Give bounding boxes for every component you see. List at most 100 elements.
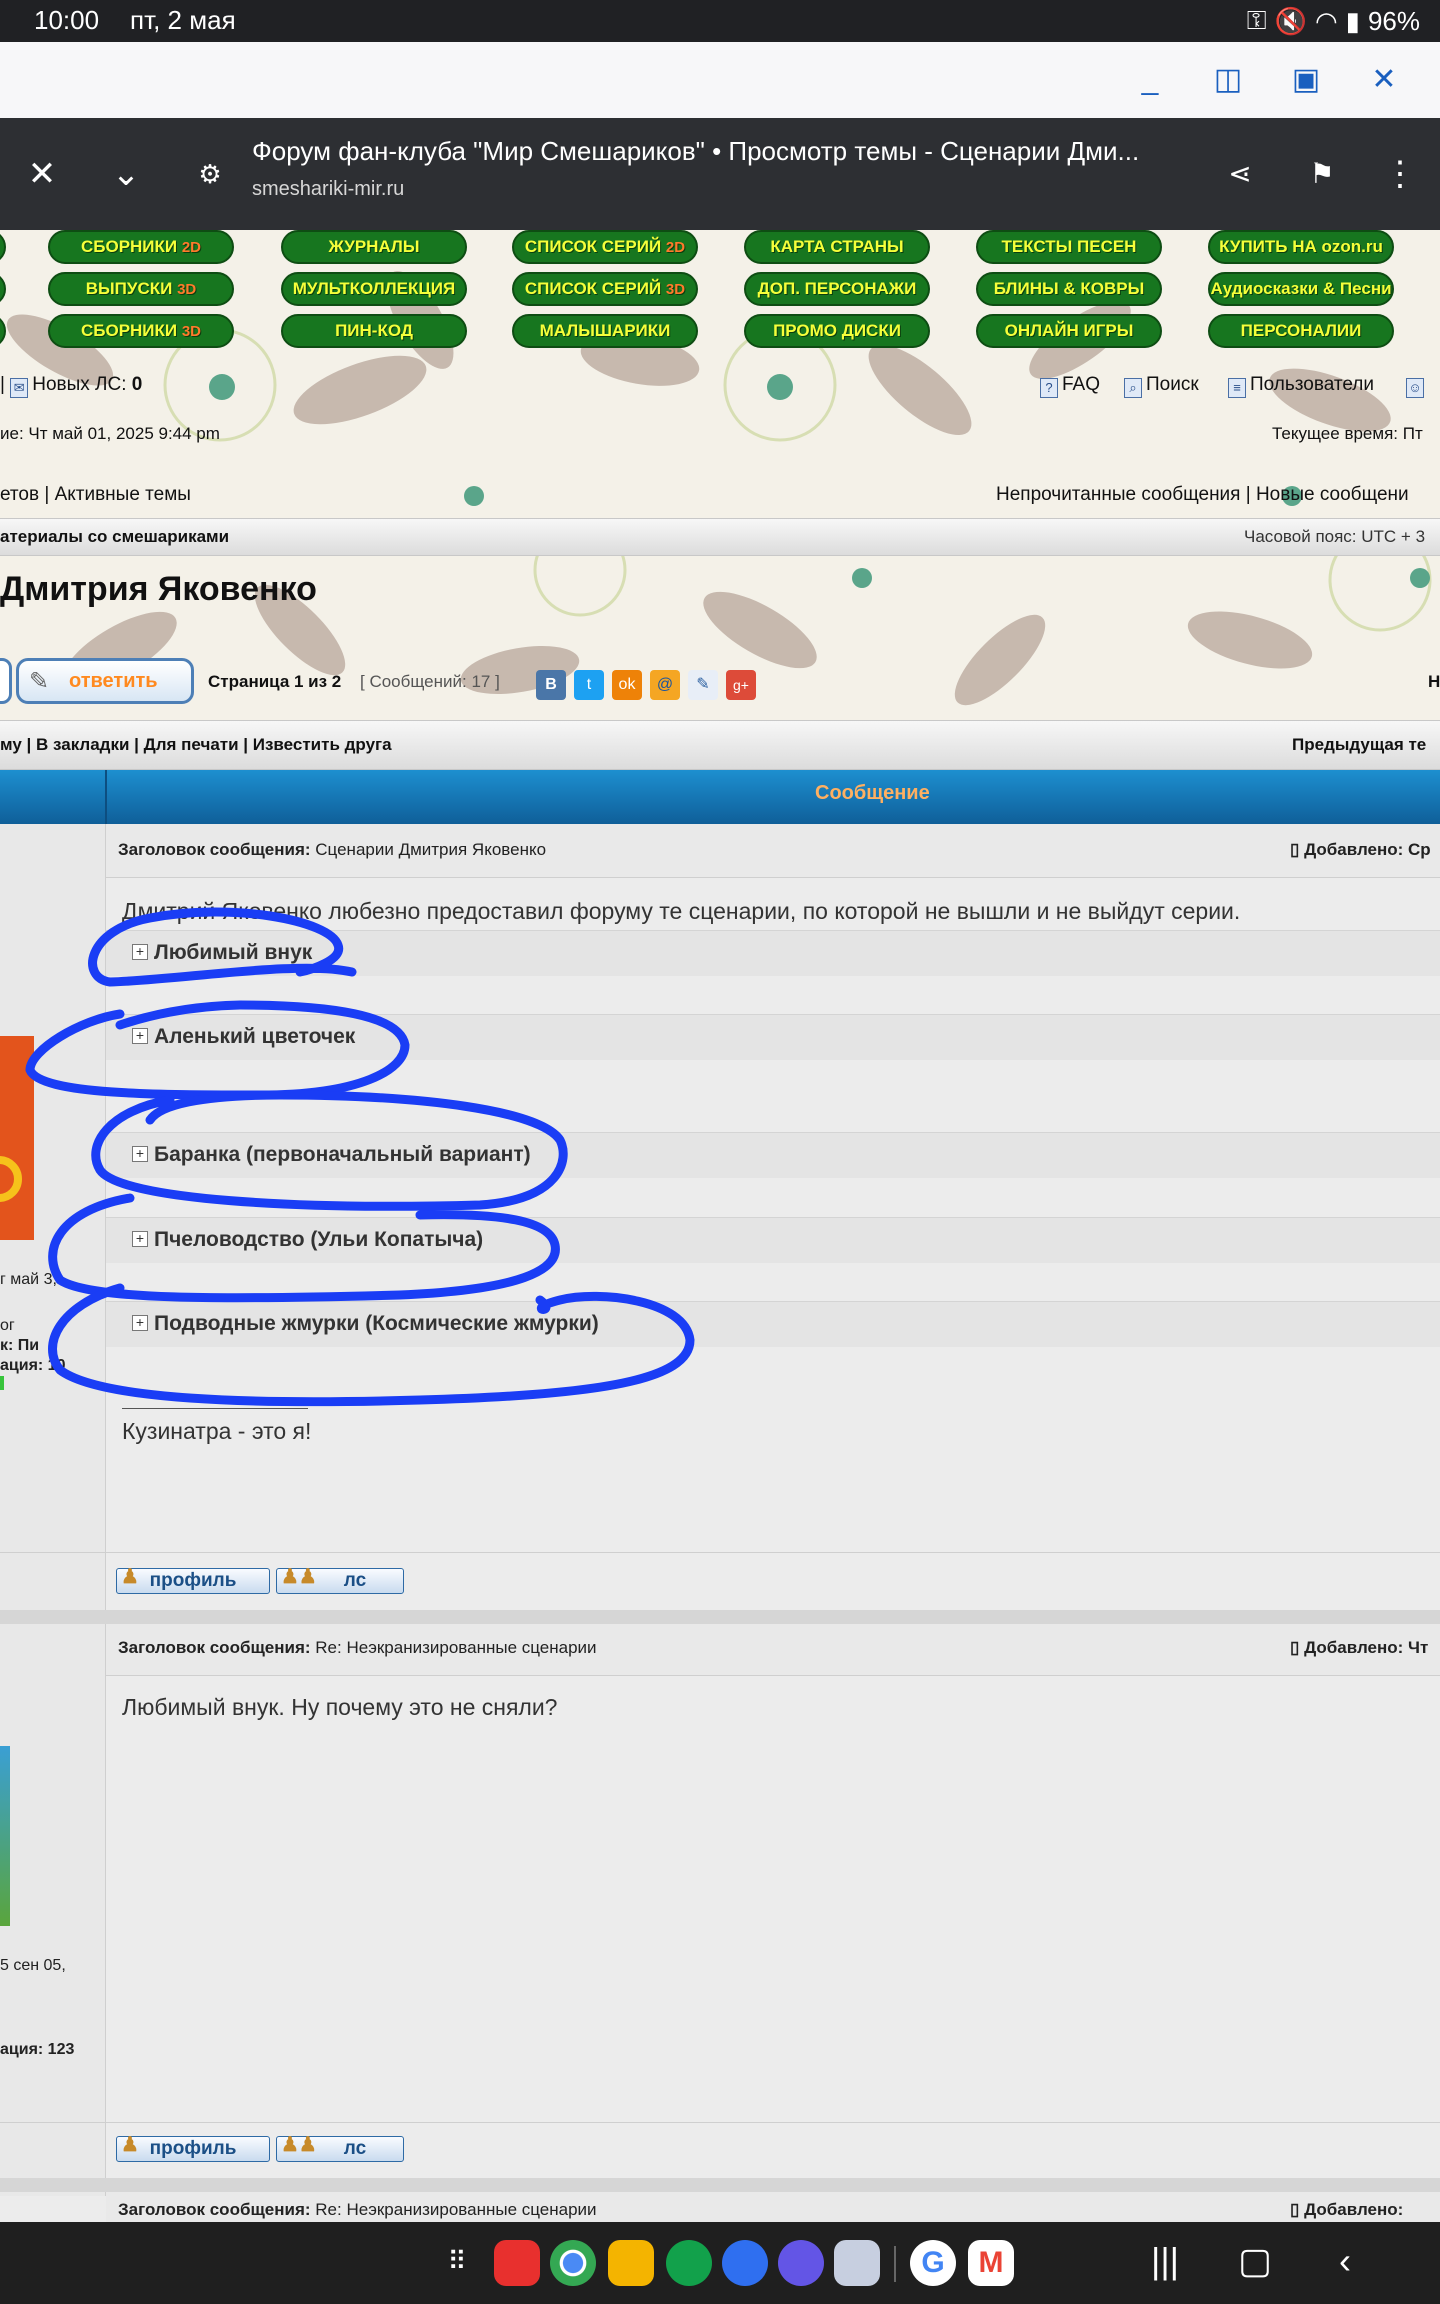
spoiler-5[interactable]: + Подводные жмурки (Космические жмурки) (106, 1301, 1440, 1347)
messages-icon[interactable] (722, 2240, 768, 2286)
subject-text[interactable]: Re: Неэкранизированные сценарии (315, 1638, 596, 1657)
unread-links[interactable]: Непрочитанные сообщения | Новые сообщени (996, 484, 1409, 506)
twitter-icon[interactable]: t (574, 670, 604, 700)
android-nav-bar: ⠿ G M ||| ▢ ‹ (0, 2222, 1440, 2304)
prev-topic-link[interactable]: Предыдущая те (1292, 735, 1426, 755)
internet-icon[interactable] (778, 2240, 824, 2286)
minimize-icon[interactable]: _ (1130, 60, 1170, 100)
expand-icon[interactable]: + (132, 1315, 148, 1331)
nav-button[interactable]: МАЛЫШАРИКИ (512, 314, 698, 348)
expand-icon[interactable]: + (132, 944, 148, 960)
profile-button[interactable]: ♟ профиль (116, 2134, 270, 2162)
pm-button-label: лс (343, 2138, 367, 2159)
topic-title[interactable]: Дмитрия Яковенко (0, 570, 317, 609)
spoiler-2[interactable]: + Аленький цветочек (106, 1014, 1440, 1060)
app-drawer-icon[interactable]: ⠿ (432, 2246, 482, 2277)
pm-button[interactable]: ♟♟ лс (276, 1566, 404, 1594)
page-settings-icon[interactable]: ⚙ (184, 148, 236, 200)
spoiler-4[interactable]: + Пчеловодство (Ульи Копатыча) (106, 1217, 1440, 1263)
nav-button[interactable]: МУЛЬТКОЛЛЕКЦИЯ (281, 272, 467, 306)
post-icon: ▯ (1290, 1638, 1305, 1657)
groups-link[interactable]: ☺ (1406, 374, 1428, 398)
pm-button[interactable]: ♟♟ лс (276, 2134, 404, 2162)
key-icon: ⚿ (1246, 5, 1267, 35)
nav-button[interactable]: ТЕКСТЫ ПЕСЕН (976, 230, 1162, 264)
post1-author-column: г май 3, ог к: Пи ация: 10 (0, 824, 106, 1610)
avatar[interactable] (0, 1036, 34, 1240)
app-folder-icon[interactable] (834, 2240, 880, 2286)
expand-icon[interactable]: + (132, 1028, 148, 1044)
active-topics-links[interactable]: етов | Активные темы (0, 484, 191, 506)
livejournal-icon[interactable]: ✎ (688, 670, 718, 700)
nav-button[interactable]: ПРОМО ДИСКИ (744, 314, 930, 348)
breadcrumb-bar: атериалы со смешариками Часовой пояс: UT… (0, 518, 1440, 556)
nav-button[interactable]: БЛИНЫ & КОВРЫ (976, 272, 1162, 306)
nav-button[interactable]: СБОРНИКИ 2D (48, 230, 234, 264)
odnoklassniki-icon[interactable]: ok (612, 670, 642, 700)
subject-label: Заголовок сообщения: (118, 840, 311, 859)
back-icon[interactable]: ‹ (1320, 2240, 1370, 2282)
post1-signature: Кузинатра - это я! (122, 1418, 312, 1444)
files-icon[interactable] (608, 2240, 654, 2286)
nav-button[interactable]: ПИН-КОД (281, 314, 467, 348)
new-pm-link[interactable]: | ✉ Новых ЛС: 0 (0, 374, 142, 398)
gmail-icon[interactable]: M (968, 2240, 1014, 2286)
split-view-icon[interactable]: ◫ (1208, 60, 1248, 100)
app-icon-flipboard[interactable] (494, 2240, 540, 2286)
users-link[interactable]: ≡ Пользователи (1228, 374, 1374, 398)
timezone: Часовой пояс: UTC + 3 (1244, 527, 1426, 546)
mail-icon[interactable]: @ (650, 670, 680, 700)
google-plus-icon[interactable]: g+ (726, 670, 756, 700)
profile-button[interactable]: ♟ профиль (116, 1566, 270, 1594)
more-menu-icon[interactable]: ⋮ (1374, 148, 1426, 200)
close-window-icon[interactable]: ✕ (1364, 60, 1404, 100)
page-url[interactable]: smeshariki-mir.ru (252, 178, 404, 201)
nav-button[interactable]: ЖУРНАЛЫ (281, 230, 467, 264)
nav-button-label: ВЫПУСКИ (85, 279, 178, 298)
reply-button[interactable]: ✎ ответить (16, 658, 194, 704)
subject-text[interactable]: Re: Неэкранизированные сценарии (315, 2200, 596, 2219)
phone-icon[interactable] (666, 2240, 712, 2286)
spoiler-3[interactable]: + Баранка (первоначальный вариант) (106, 1132, 1440, 1178)
breadcrumb[interactable]: атериалы со смешариками (0, 527, 229, 547)
last-visit: ие: Чт май 01, 2025 9:44 pm (0, 424, 220, 443)
nav-button[interactable]: ОНЛАЙН ИГРЫ (976, 314, 1162, 348)
status-date: пт, 2 мая (130, 5, 236, 35)
expand-icon[interactable]: + (132, 1231, 148, 1247)
nav-button[interactable]: СБОРНИКИ 3D (48, 314, 234, 348)
nav-button[interactable]: ВЫПУСКИ 3D (48, 272, 234, 306)
status-time: 10:00 (34, 5, 100, 35)
popup-view-icon[interactable]: ▣ (1286, 60, 1326, 100)
topic-tools[interactable]: му | В закладки | Для печати | Известить… (0, 735, 392, 755)
nav-button[interactable]: СПИСОК СЕРИЙ 2D (512, 230, 698, 264)
subject-label: Заголовок сообщения: (118, 1638, 311, 1657)
nav-button[interactable]: КАРТА СТРАНЫ (744, 230, 930, 264)
nav-button-label: Аудиосказки & Песни (1210, 279, 1392, 298)
google-icon[interactable]: G (910, 2240, 956, 2286)
page-nav-cut[interactable]: Н (1428, 672, 1440, 692)
vk-icon[interactable]: В (536, 670, 566, 700)
chevron-down-icon[interactable]: ⌄ (100, 148, 152, 200)
recents-icon[interactable]: ||| (1140, 2240, 1190, 2282)
close-icon[interactable]: ✕ (16, 148, 68, 200)
nav-button[interactable]: КУПИТЬ НА ozon.ru (1208, 230, 1394, 264)
expand-icon[interactable]: + (132, 1146, 148, 1162)
faq-link[interactable]: ? FAQ (1040, 374, 1100, 398)
subject-text[interactable]: Сценарии Дмитрия Яковенко (315, 840, 546, 859)
search-link[interactable]: ⌕ Поиск (1124, 374, 1199, 398)
home-icon[interactable]: ▢ (1230, 2240, 1280, 2282)
post3-subject: Заголовок сообщения: Re: Неэкранизирован… (118, 2200, 597, 2220)
spoiler-1[interactable]: + Любимый внук (106, 930, 1440, 976)
nav-button[interactable]: Аудиосказки & Песни (1208, 272, 1394, 306)
bookmark-icon[interactable]: ⚑ (1296, 148, 1348, 200)
nav-button[interactable]: СПИСОК СЕРИЙ 3D (512, 272, 698, 306)
avatar[interactable] (0, 1746, 10, 1926)
new-topic-button[interactable] (0, 658, 12, 704)
chrome-icon[interactable] (550, 2240, 596, 2286)
nav-button[interactable]: ПЕРСОНАЛИИ (1208, 314, 1394, 348)
topic-tools-bar: му | В закладки | Для печати | Известить… (0, 720, 1440, 770)
nav-button[interactable]: ДОП. ПЕРСОНАЖИ (744, 272, 930, 306)
post-icon: ▯ (1290, 2200, 1305, 2219)
share-icon[interactable]: ⋖ (1214, 148, 1266, 200)
reply-button-label: ответить (69, 670, 158, 692)
